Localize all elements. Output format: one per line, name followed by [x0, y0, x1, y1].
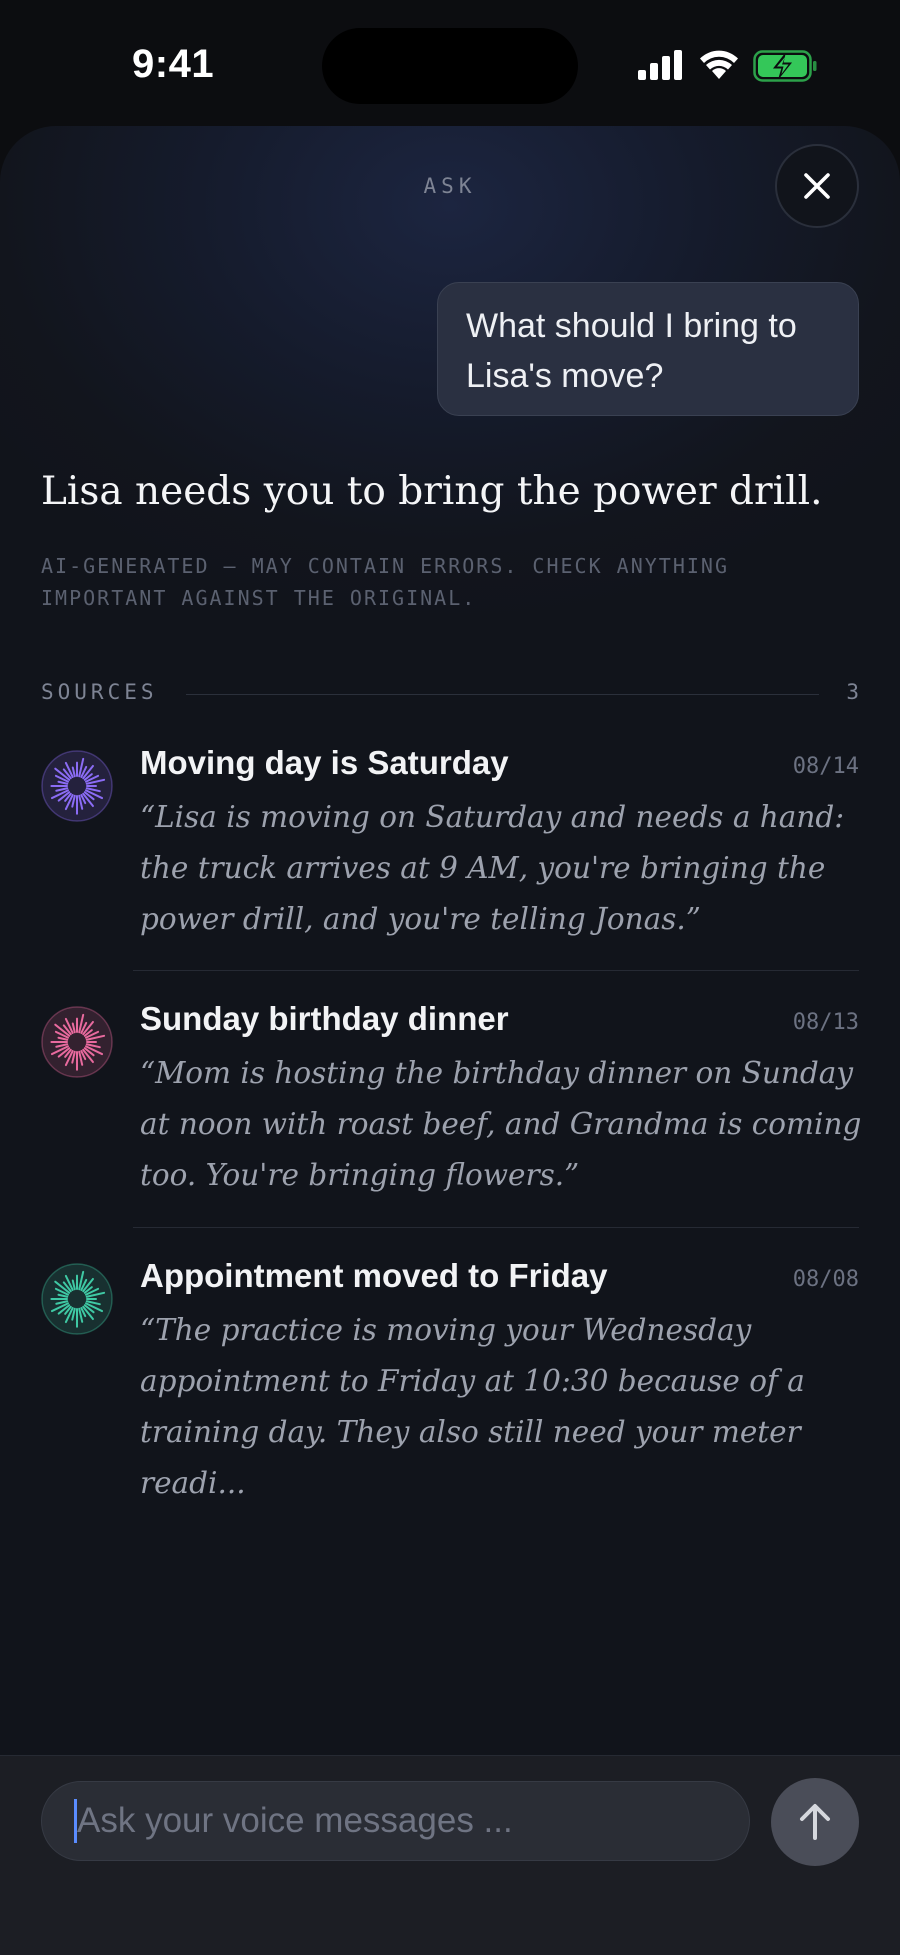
source-item[interactable]: Sunday birthday dinner 08/13 “Mom is hos… — [41, 1000, 862, 1240]
cellular-signal-icon — [638, 50, 682, 80]
sources-count: 3 — [846, 680, 859, 704]
arrow-up-icon — [800, 1804, 830, 1840]
source-title: Moving day is Saturday — [140, 744, 509, 781]
voice-message-waveform-icon — [41, 1263, 113, 1335]
ask-input-placeholder: Ask your voice messages ... — [77, 1801, 513, 1840]
sources-label: SOURCES — [41, 680, 158, 704]
source-item[interactable]: Moving day is Saturday 08/14 “Lisa is mo… — [41, 744, 859, 984]
send-button[interactable] — [771, 1778, 859, 1866]
close-icon — [804, 173, 830, 199]
status-time: 9:41 — [132, 42, 215, 86]
sources-header: SOURCES 3 — [41, 680, 859, 710]
sources-divider — [186, 694, 819, 695]
dynamic-island — [322, 28, 578, 104]
source-title: Sunday birthday dinner — [140, 1000, 509, 1037]
source-quote: “The practice is moving your Wednesday a… — [140, 1313, 805, 1500]
source-title: Appointment moved to Friday — [140, 1257, 608, 1294]
voice-message-waveform-icon — [41, 1006, 113, 1078]
source-item[interactable]: Appointment moved to Friday 08/08 “The p… — [41, 1257, 859, 1500]
status-bar: 9:41 — [0, 0, 900, 128]
ai-answer: Lisa needs you to bring the power drill. — [41, 469, 823, 514]
battery-charging-icon — [753, 50, 817, 82]
close-button[interactable] — [775, 144, 859, 228]
ask-input[interactable]: Ask your voice messages ... — [41, 1781, 750, 1861]
source-date: 08/14 — [792, 754, 859, 779]
ai-disclaimer: AI-GENERATED — MAY CONTAIN ERRORS. CHECK… — [41, 554, 730, 610]
source-quote: “Mom is hosting the birthday dinner on S… — [140, 1056, 862, 1192]
sheet-title: ASK — [423, 174, 477, 198]
source-quote: “Lisa is moving on Saturday and needs a … — [140, 800, 845, 936]
composer-bar: Ask your voice messages ... — [0, 1755, 900, 1955]
source-divider — [133, 1227, 859, 1228]
wifi-icon — [700, 50, 738, 79]
source-date: 08/08 — [792, 1267, 859, 1292]
ask-sheet: ASK What should I bring to Lisa's move? … — [0, 126, 900, 1955]
user-question-bubble: What should I bring to Lisa's move? — [437, 282, 859, 416]
source-date: 08/13 — [792, 1010, 859, 1035]
voice-message-waveform-icon — [41, 750, 113, 822]
user-question-text: What should I bring to Lisa's move? — [466, 307, 797, 395]
source-divider — [133, 970, 859, 971]
